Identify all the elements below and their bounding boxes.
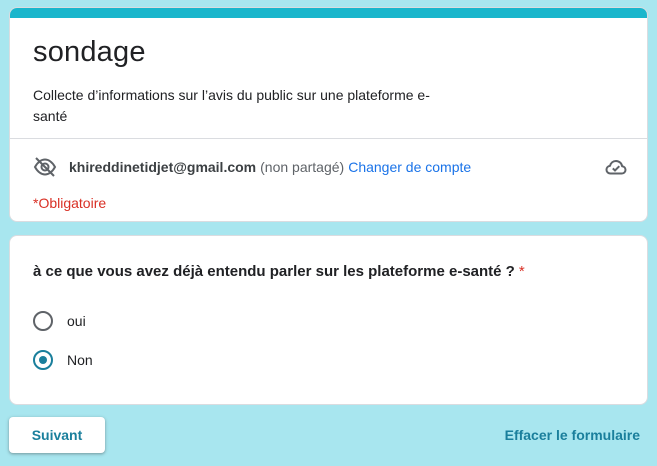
question-card: à ce que vous avez déjà entendu parler s…	[9, 235, 648, 405]
eye-off-icon	[33, 157, 57, 177]
header-accent-bar	[10, 8, 647, 18]
question-label: à ce que vous avez déjà entendu parler s…	[33, 263, 515, 280]
form-title: sondage	[33, 36, 146, 68]
switch-account-link[interactable]: Changer de compte	[348, 159, 471, 175]
radio-non[interactable]	[33, 350, 53, 370]
form-description: Collecte d’informations sur l’avis du pu…	[33, 87, 430, 124]
shared-status: (non partagé)	[260, 159, 345, 175]
radio-oui[interactable]	[33, 311, 53, 331]
header-divider	[10, 138, 647, 139]
question-title: à ce que vous avez déjà entendu parler s…	[33, 263, 525, 280]
option-label-oui: oui	[67, 313, 86, 329]
clear-form-button[interactable]: Effacer le formulaire	[505, 427, 640, 443]
option-label-non: Non	[67, 352, 93, 368]
cloud-check-icon	[605, 160, 627, 175]
account-email: khireddinetidjet@gmail.com	[69, 159, 257, 175]
option-oui[interactable]: oui	[33, 309, 86, 333]
account-row: khireddinetidjet@gmail.com (non partagé)…	[33, 152, 628, 182]
form-header-card: sondage Collecte d’informations sur l’av…	[9, 7, 648, 222]
option-non[interactable]: Non	[33, 348, 93, 372]
required-note: *Obligatoire	[33, 195, 107, 211]
required-star: *	[518, 263, 525, 280]
next-button[interactable]: Suivant	[9, 417, 105, 453]
